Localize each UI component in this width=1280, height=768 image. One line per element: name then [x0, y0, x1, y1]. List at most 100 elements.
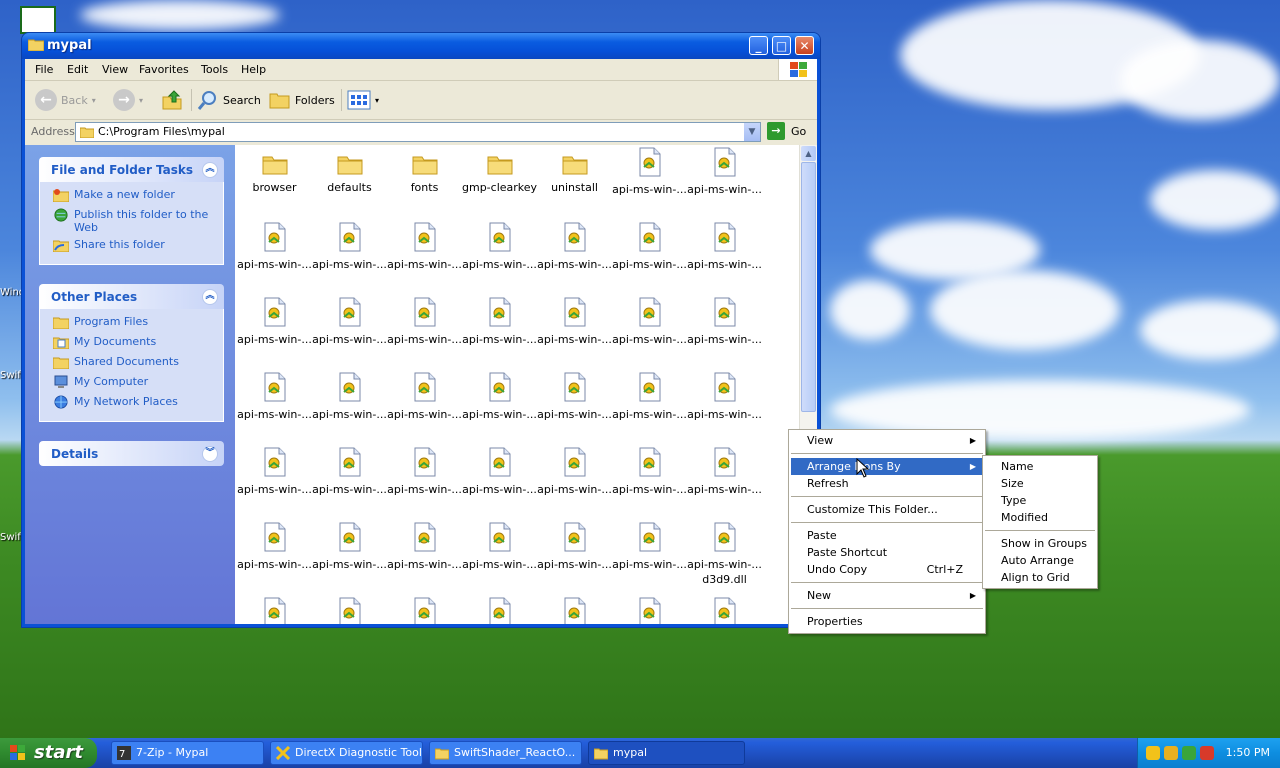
- file-item[interactable]: [387, 597, 462, 624]
- file-item[interactable]: api-ms-win-...: [312, 297, 387, 346]
- file-item[interactable]: api-ms-win-...: [612, 222, 687, 271]
- ctx-undo-copy[interactable]: Undo Copy Ctrl+Z: [791, 561, 983, 578]
- ctx-view[interactable]: View ▶: [791, 432, 983, 449]
- file-item[interactable]: [462, 597, 537, 624]
- file-item[interactable]: api-ms-win-...: [462, 522, 537, 571]
- place-my-documents[interactable]: My Documents: [40, 335, 223, 355]
- taskbar-button-mypal[interactable]: mypal: [588, 741, 745, 765]
- file-item[interactable]: api-ms-win-...: [612, 147, 687, 196]
- sub-modified[interactable]: Modified: [985, 509, 1095, 526]
- sub-align-to-grid[interactable]: Align to Grid: [985, 569, 1095, 586]
- ctx-paste-shortcut[interactable]: Paste Shortcut: [791, 544, 983, 561]
- file-item[interactable]: api-ms-win-...: [387, 372, 462, 421]
- file-item[interactable]: api-ms-win-...: [537, 522, 612, 571]
- sub-show-in-groups[interactable]: Show in Groups: [985, 535, 1095, 552]
- folder-item[interactable]: gmp-clearkey: [462, 147, 537, 194]
- tray-update-icon[interactable]: [1182, 746, 1196, 760]
- tray-security-shield-icon[interactable]: [1164, 746, 1178, 760]
- place-my-computer[interactable]: My Computer: [40, 375, 223, 395]
- file-item[interactable]: api-ms-win-...: [612, 372, 687, 421]
- close-button[interactable]: ✕: [795, 36, 814, 55]
- file-item[interactable]: api-ms-win-...: [387, 447, 462, 496]
- file-item-d3d9[interactable]: d3d9.dll: [687, 570, 762, 586]
- taskbar-button-swiftshader[interactable]: SwiftShader_ReactO...: [429, 741, 582, 765]
- tray-network-icon[interactable]: [1146, 746, 1160, 760]
- folder-item[interactable]: browser: [237, 147, 312, 194]
- ctx-properties[interactable]: Properties: [791, 613, 983, 630]
- file-item[interactable]: api-ms-win-...: [462, 222, 537, 271]
- file-list-view[interactable]: browser defaults fonts gmp-clearkey uninstal…: [235, 145, 805, 624]
- up-folder-button[interactable]: [161, 87, 183, 113]
- sub-name[interactable]: Name: [985, 458, 1095, 475]
- menu-tools[interactable]: Tools: [201, 63, 228, 76]
- file-item[interactable]: api-ms-win-...: [687, 297, 762, 346]
- sub-auto-arrange[interactable]: Auto Arrange: [985, 552, 1095, 569]
- ctx-arrange-icons-by[interactable]: Arrange Icons By ▶: [791, 458, 983, 475]
- file-item[interactable]: api-ms-win-...: [687, 372, 762, 421]
- file-item[interactable]: api-ms-win-...: [537, 372, 612, 421]
- file-item[interactable]: [612, 597, 687, 624]
- search-button[interactable]: Search: [197, 87, 261, 113]
- back-button[interactable]: ← Back ▾: [35, 87, 96, 113]
- chevron-up-icon[interactable]: ︽: [202, 162, 218, 178]
- file-item[interactable]: api-ms-win-...: [237, 372, 312, 421]
- taskbar-button-dxdiag[interactable]: DirectX Diagnostic Tool: [270, 741, 423, 765]
- file-item[interactable]: api-ms-win-...: [237, 522, 312, 571]
- file-item[interactable]: api-ms-win-...: [237, 222, 312, 271]
- chevron-down-icon[interactable]: ︾: [202, 446, 218, 462]
- ctx-paste[interactable]: Paste: [791, 527, 983, 544]
- file-item[interactable]: api-ms-win-...: [687, 522, 762, 571]
- views-button[interactable]: ▾: [347, 87, 379, 113]
- place-program-files[interactable]: Program Files: [40, 315, 223, 335]
- minimize-button[interactable]: _: [749, 36, 768, 55]
- panel-header[interactable]: Other Places ︽: [39, 284, 224, 309]
- file-item[interactable]: api-ms-win-...: [537, 222, 612, 271]
- start-button[interactable]: start: [0, 738, 97, 768]
- file-item[interactable]: api-ms-win-...: [237, 447, 312, 496]
- ctx-customize-folder[interactable]: Customize This Folder...: [791, 501, 983, 518]
- menu-help[interactable]: Help: [241, 63, 266, 76]
- file-item[interactable]: api-ms-win-...: [612, 522, 687, 571]
- address-dropdown-button[interactable]: ▼: [744, 123, 760, 141]
- title-bar[interactable]: mypal _ □ ✕: [22, 33, 820, 59]
- folder-item[interactable]: uninstall: [537, 147, 612, 194]
- scroll-thumb[interactable]: [801, 162, 816, 412]
- file-item[interactable]: api-ms-win-...: [312, 222, 387, 271]
- file-item[interactable]: api-ms-win-...: [462, 447, 537, 496]
- tray-alert-icon[interactable]: [1200, 746, 1214, 760]
- menu-favorites[interactable]: Favorites: [139, 63, 189, 76]
- file-item[interactable]: api-ms-win-...: [462, 372, 537, 421]
- address-input[interactable]: C:\Program Files\mypal ▼: [75, 122, 761, 142]
- file-item[interactable]: [312, 597, 387, 624]
- file-item[interactable]: api-ms-win-...: [387, 222, 462, 271]
- sub-type[interactable]: Type: [985, 492, 1095, 509]
- publish-folder-link[interactable]: Publish this folder to the Web: [40, 208, 223, 238]
- place-my-network-places[interactable]: My Network Places: [40, 395, 223, 415]
- menu-edit[interactable]: Edit: [67, 63, 88, 76]
- file-item[interactable]: api-ms-win-...: [687, 222, 762, 271]
- sub-size[interactable]: Size: [985, 475, 1095, 492]
- maximize-button[interactable]: □: [772, 36, 791, 55]
- file-item[interactable]: api-ms-win-...: [312, 372, 387, 421]
- chevron-up-icon[interactable]: ︽: [202, 289, 218, 305]
- menu-file[interactable]: File: [35, 63, 53, 76]
- file-item[interactable]: api-ms-win-...: [237, 297, 312, 346]
- go-button[interactable]: → Go: [767, 122, 806, 140]
- folder-item[interactable]: fonts: [387, 147, 462, 194]
- menu-view[interactable]: View: [102, 63, 128, 76]
- make-new-folder-link[interactable]: Make a new folder: [40, 188, 223, 208]
- file-item[interactable]: api-ms-win-...: [387, 522, 462, 571]
- taskbar-button-7zip[interactable]: 7 7-Zip - Mypal: [111, 741, 264, 765]
- folders-button[interactable]: Folders: [269, 87, 335, 113]
- file-item[interactable]: api-ms-win-...: [687, 147, 762, 196]
- file-item[interactable]: api-ms-win-...: [612, 297, 687, 346]
- forward-button[interactable]: → ▾: [113, 87, 143, 113]
- file-item[interactable]: api-ms-win-...: [687, 447, 762, 496]
- file-item[interactable]: api-ms-win-...: [612, 447, 687, 496]
- ctx-new[interactable]: New ▶: [791, 587, 983, 604]
- file-item[interactable]: api-ms-win-...: [312, 522, 387, 571]
- file-item[interactable]: [237, 597, 312, 624]
- share-folder-link[interactable]: Share this folder: [40, 238, 223, 258]
- file-item[interactable]: api-ms-win-...: [387, 297, 462, 346]
- desktop-shortcut-icon[interactable]: [20, 6, 56, 34]
